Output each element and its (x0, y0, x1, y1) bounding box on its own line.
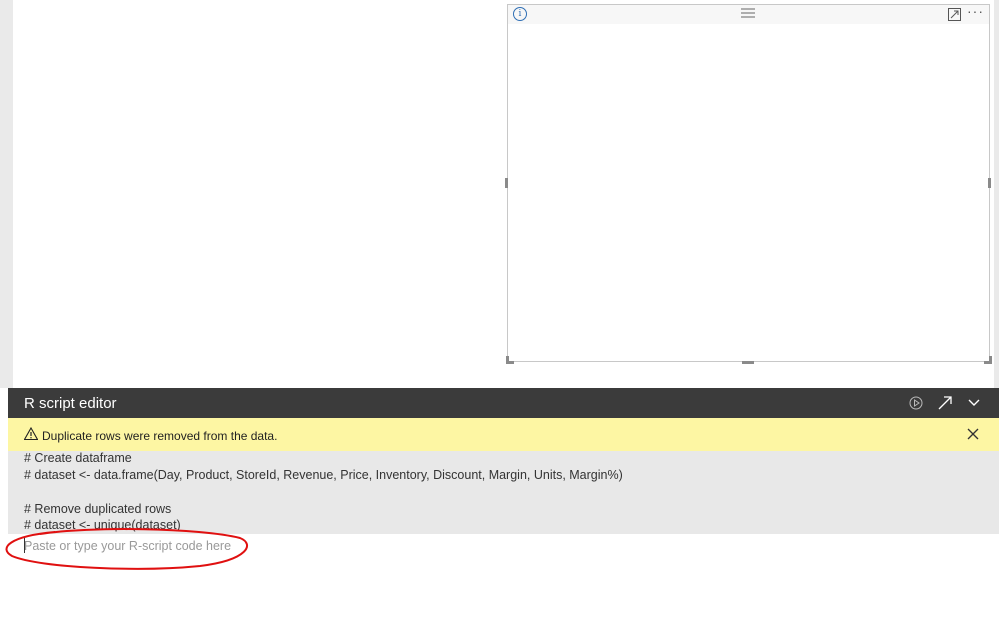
drag-handle-icon[interactable] (741, 8, 755, 18)
more-options-icon[interactable]: ··· (967, 4, 985, 18)
code-line: # Create dataframe (24, 451, 132, 465)
resize-handle-bottom-right[interactable] (984, 356, 992, 364)
code-line: # dataset <- data.frame(Day, Product, St… (24, 468, 623, 482)
info-icon[interactable]: i (513, 7, 527, 21)
warning-icon (24, 427, 38, 440)
resize-handle-right[interactable] (988, 178, 991, 188)
resize-handle-bottom[interactable] (742, 361, 754, 364)
close-icon[interactable] (965, 426, 981, 442)
warning-banner: Duplicate rows were removed from the dat… (8, 418, 999, 451)
visual-header: i ··· (508, 4, 989, 24)
resize-handle-left[interactable] (505, 178, 508, 188)
r-script-editor-header: R script editor (8, 388, 999, 418)
chevron-down-icon[interactable] (966, 395, 982, 411)
script-preamble-code: # Create dataframe # dataset <- data.fra… (8, 451, 999, 534)
warning-message: Duplicate rows were removed from the dat… (42, 429, 278, 443)
code-line: # Remove duplicated rows (24, 502, 172, 516)
red-circle-annotation (5, 528, 249, 570)
r-visual-placeholder[interactable]: i ··· (507, 4, 990, 362)
run-script-icon[interactable] (908, 395, 924, 411)
editor-title: R script editor (24, 395, 117, 412)
popout-icon[interactable] (937, 395, 953, 411)
focus-mode-icon[interactable] (948, 8, 961, 21)
resize-handle-bottom-left[interactable] (506, 356, 514, 364)
